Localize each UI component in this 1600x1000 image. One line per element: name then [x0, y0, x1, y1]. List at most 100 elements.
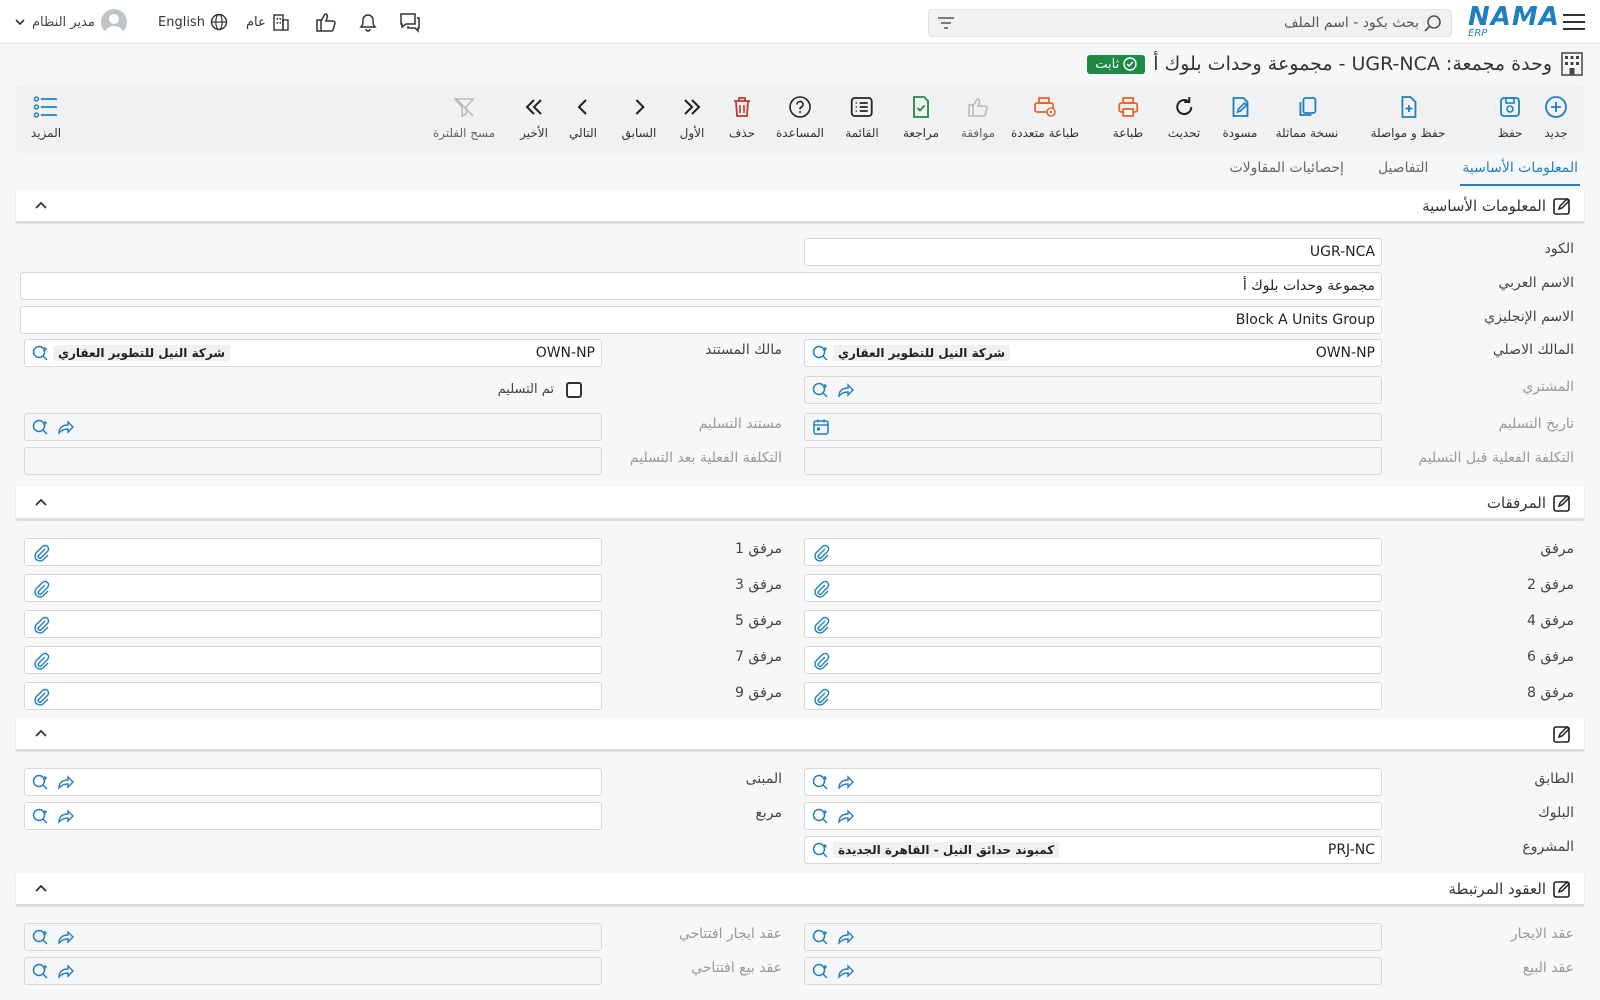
cost-after-field[interactable] — [24, 447, 602, 475]
original-owner-field[interactable]: OWN-NP شركة النيل للتطوير العقاري — [804, 339, 1382, 367]
paperclip-icon[interactable] — [31, 687, 51, 707]
share-icon[interactable] — [837, 962, 855, 980]
share-icon[interactable] — [57, 928, 75, 946]
paperclip-icon[interactable] — [31, 543, 51, 563]
paperclip-icon[interactable] — [31, 615, 51, 635]
basic-info-header[interactable]: المعلومات الأساسية — [16, 190, 1584, 222]
chat-icon[interactable] — [398, 11, 422, 33]
refresh-button[interactable]: تحديث — [1168, 93, 1200, 140]
search-plus-icon[interactable] — [31, 962, 49, 980]
buyer-field[interactable] — [804, 376, 1382, 404]
floor-field[interactable] — [804, 768, 1382, 796]
print-button[interactable]: طباعة — [1113, 93, 1143, 140]
user-menu[interactable]: مدير النظام — [14, 0, 127, 44]
menu-icon[interactable] — [1562, 0, 1586, 44]
bell-icon[interactable] — [356, 11, 380, 33]
delivered-checkbox[interactable] — [566, 382, 582, 398]
tab-details[interactable]: التفاصيل — [1376, 160, 1430, 186]
opening-sale-field[interactable] — [24, 957, 602, 985]
save-button[interactable]: حفظ — [1496, 93, 1524, 140]
list-button[interactable]: القائمة — [845, 93, 879, 140]
share-icon[interactable] — [837, 381, 855, 399]
search-plus-icon[interactable] — [31, 928, 49, 946]
last-button[interactable]: الأخير — [520, 93, 548, 140]
help-button[interactable]: المساعدة — [776, 93, 824, 140]
search-plus-icon[interactable] — [31, 807, 49, 825]
location-header[interactable] — [16, 718, 1584, 750]
paperclip-icon[interactable] — [811, 543, 831, 563]
share-icon[interactable] — [837, 928, 855, 946]
multi-print-button[interactable]: طباعة متعددة — [1011, 93, 1079, 140]
attachment-field[interactable] — [24, 646, 602, 674]
paperclip-icon[interactable] — [811, 579, 831, 599]
chevron-up-icon[interactable] — [34, 727, 48, 739]
building-field[interactable] — [24, 768, 602, 796]
paperclip-icon[interactable] — [811, 687, 831, 707]
attachment-field[interactable] — [804, 646, 1382, 674]
search-plus-icon[interactable] — [811, 344, 829, 362]
sale-contract-field[interactable] — [804, 957, 1382, 985]
delivery-doc-field[interactable] — [24, 413, 602, 441]
contracts-header[interactable]: العقود المرتبطة — [16, 873, 1584, 905]
square-field[interactable] — [24, 802, 602, 830]
search-plus-icon[interactable] — [31, 344, 49, 362]
share-icon[interactable] — [57, 807, 75, 825]
global-search-input[interactable]: بحث بكود - اسم الملف — [928, 9, 1452, 37]
tab-basic-info[interactable]: المعلومات الأساسية — [1460, 160, 1580, 186]
paperclip-icon[interactable] — [31, 651, 51, 671]
app-logo[interactable]: NAMA ERP — [1468, 0, 1559, 44]
share-icon[interactable] — [57, 773, 75, 791]
attachment-field[interactable] — [804, 610, 1382, 638]
code-field[interactable]: UGR-NCA — [804, 238, 1382, 266]
delete-button[interactable]: حذف — [728, 93, 756, 140]
block-field[interactable] — [804, 802, 1382, 830]
doc-owner-field[interactable]: OWN-NP شركة النيل للتطوير العقاري — [24, 339, 602, 367]
chevron-up-icon[interactable] — [34, 496, 48, 508]
english-name-field[interactable]: Block A Units Group — [20, 306, 1382, 334]
delivery-date-field[interactable] — [804, 413, 1382, 441]
next-button[interactable]: التالي — [569, 93, 597, 140]
share-icon[interactable] — [57, 962, 75, 980]
arabic-name-field[interactable]: مجموعة وحدات بلوك أ — [20, 272, 1382, 300]
attachment-field[interactable] — [24, 538, 602, 566]
search-plus-icon[interactable] — [811, 807, 829, 825]
chevron-up-icon[interactable] — [34, 199, 48, 211]
new-button[interactable]: جديد — [1542, 93, 1570, 140]
language-switch[interactable]: English — [158, 0, 228, 44]
search-plus-icon[interactable] — [811, 381, 829, 399]
share-icon[interactable] — [57, 418, 75, 436]
review-button[interactable]: مراجعة — [903, 93, 939, 140]
duplicate-button[interactable]: نسخة مماثلة — [1276, 93, 1338, 140]
attachment-field[interactable] — [24, 610, 602, 638]
previous-button[interactable]: السابق — [622, 93, 656, 140]
share-icon[interactable] — [837, 807, 855, 825]
attachment-field[interactable] — [804, 574, 1382, 602]
save-continue-button[interactable]: حفظ و مواصلة — [1371, 93, 1445, 140]
opening-rent-field[interactable] — [24, 923, 602, 951]
project-field[interactable]: PRJ-NC كمبوند حدائق النيل - القاهرة الجد… — [804, 836, 1382, 864]
search-plus-icon[interactable] — [811, 841, 829, 859]
attachment-field[interactable] — [24, 574, 602, 602]
attachment-field[interactable] — [804, 682, 1382, 710]
search-plus-icon[interactable] — [31, 418, 49, 436]
approve-button[interactable]: موافقة — [961, 93, 995, 140]
attachment-field[interactable] — [24, 682, 602, 710]
clear-filter-button[interactable]: مسح الفلترة — [433, 93, 495, 140]
paperclip-icon[interactable] — [811, 615, 831, 635]
tab-contracting-stats[interactable]: إحصائيات المقاولات — [1227, 160, 1346, 186]
search-plus-icon[interactable] — [31, 773, 49, 791]
attachment-field[interactable] — [804, 538, 1382, 566]
draft-button[interactable]: مسودة — [1223, 93, 1257, 140]
calendar-icon[interactable] — [812, 418, 830, 436]
filter-icon[interactable] — [937, 15, 955, 31]
more-button[interactable]: المزيد — [31, 93, 61, 140]
first-button[interactable]: الأول — [678, 93, 706, 140]
attachments-header[interactable]: المرفقات — [16, 487, 1584, 519]
thumbs-up-icon[interactable] — [314, 11, 338, 33]
cost-before-field[interactable] — [804, 447, 1382, 475]
rent-contract-field[interactable] — [804, 923, 1382, 951]
scope-selector[interactable]: عام — [246, 0, 291, 44]
paperclip-icon[interactable] — [31, 579, 51, 599]
search-plus-icon[interactable] — [811, 928, 829, 946]
search-plus-icon[interactable] — [811, 962, 829, 980]
